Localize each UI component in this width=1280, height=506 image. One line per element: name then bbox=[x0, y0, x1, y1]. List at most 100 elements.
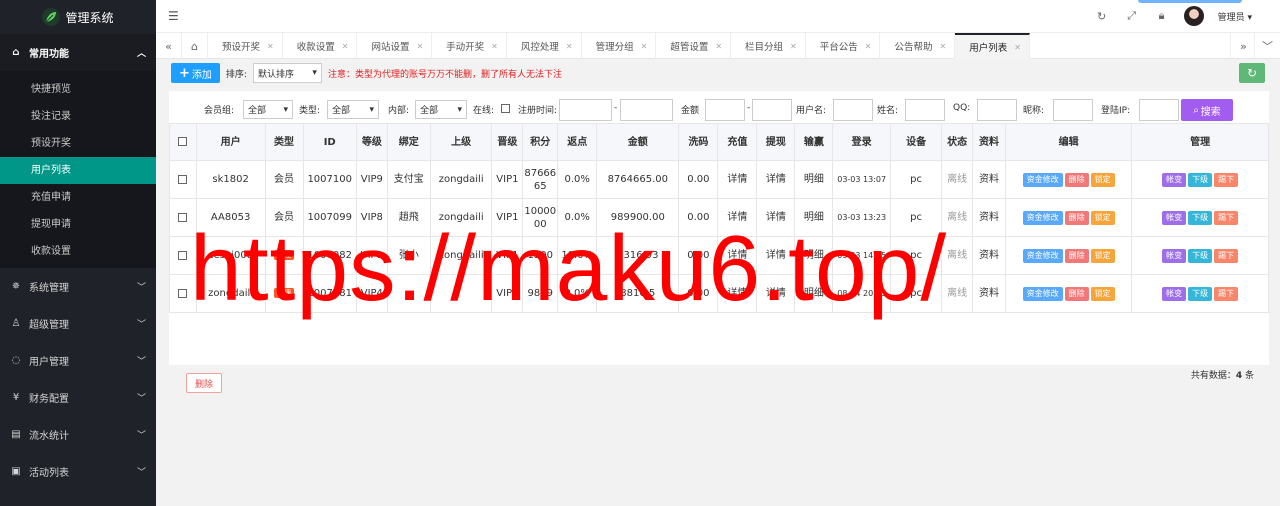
menu-group-common[interactable]: ⌂ 常用功能 ︿ bbox=[0, 34, 156, 71]
fund-edit-button[interactable]: 资金修改 bbox=[1022, 210, 1063, 225]
cell-winloss[interactable]: 明细 bbox=[794, 274, 834, 313]
amount-min-input[interactable] bbox=[705, 99, 745, 121]
sidebar-item-recharge-requests[interactable]: 充值申请 bbox=[0, 184, 156, 211]
column-header[interactable]: 等级 bbox=[355, 123, 388, 161]
close-icon[interactable]: ✕ bbox=[342, 42, 349, 51]
close-icon[interactable]: ✕ bbox=[416, 42, 423, 51]
column-header[interactable]: 提现 bbox=[756, 123, 796, 161]
row-checkbox[interactable] bbox=[178, 174, 188, 184]
subordinates-button[interactable]: 下级 bbox=[1188, 248, 1213, 263]
cell-profile[interactable]: 资料 bbox=[972, 198, 1006, 237]
cell-withdraw[interactable]: 详情 bbox=[756, 160, 796, 199]
column-header[interactable]: 洗码 bbox=[678, 123, 719, 161]
tab-risk-control[interactable]: 风控处理 ✕ bbox=[507, 33, 582, 59]
user-menu[interactable]: 管理员 ▾ bbox=[1218, 10, 1252, 23]
tab-column-groups[interactable]: 栏目分组 ✕ bbox=[731, 33, 806, 59]
group-select[interactable]: 全部 ▾ bbox=[243, 100, 293, 119]
menu-group-system[interactable]: ✵ 系统管理 ﹀ bbox=[0, 268, 156, 305]
fund-edit-button[interactable]: 资金修改 bbox=[1022, 286, 1063, 301]
internal-select[interactable]: 全部 ▾ bbox=[415, 100, 467, 119]
cell-recharge[interactable]: 详情 bbox=[717, 274, 758, 313]
close-icon[interactable]: ✕ bbox=[267, 42, 274, 51]
row-checkbox[interactable] bbox=[178, 212, 188, 222]
column-header[interactable]: 充值 bbox=[717, 123, 758, 161]
name-input[interactable] bbox=[905, 99, 945, 121]
kick-button[interactable]: 踢下 bbox=[1214, 172, 1239, 187]
tab-site-settings[interactable]: 网站设置 ✕ bbox=[357, 33, 433, 59]
cell-recharge[interactable]: 详情 bbox=[717, 236, 758, 275]
sidebar-item-user-list[interactable]: 用户列表 bbox=[0, 157, 156, 184]
home-tab-icon[interactable]: ⌂ bbox=[182, 33, 208, 59]
close-icon[interactable]: ✕ bbox=[566, 42, 573, 51]
tab-super-settings[interactable]: 超管设置 ✕ bbox=[656, 33, 732, 59]
fund-edit-button[interactable]: 资金修改 bbox=[1022, 172, 1063, 187]
lock-icon[interactable]: 🔒︎ bbox=[1154, 9, 1170, 23]
cell-profile[interactable]: 资料 bbox=[972, 236, 1006, 275]
qq-input[interactable] bbox=[977, 99, 1017, 121]
tab-scroll-right-icon[interactable]: » bbox=[1230, 33, 1256, 59]
column-header[interactable]: 上级 bbox=[429, 123, 493, 161]
tab-user-list[interactable]: 用户列表 ✕ bbox=[955, 33, 1030, 59]
search-button[interactable]: ⌕ 搜索 bbox=[1181, 99, 1233, 121]
delete-button[interactable]: 删除 bbox=[1064, 210, 1089, 225]
row-checkbox[interactable] bbox=[178, 288, 188, 298]
column-header[interactable]: 输赢 bbox=[794, 123, 834, 161]
cell-withdraw[interactable]: 详情 bbox=[756, 236, 796, 275]
avatar[interactable] bbox=[1183, 6, 1204, 26]
column-header[interactable]: 管理 bbox=[1131, 123, 1269, 161]
sidebar-item-withdraw-requests[interactable]: 提现申请 bbox=[0, 211, 156, 238]
close-icon[interactable]: ✕ bbox=[641, 42, 648, 51]
row-checkbox[interactable] bbox=[178, 250, 188, 260]
lock-button[interactable]: 锁定 bbox=[1090, 172, 1115, 187]
lock-button[interactable]: 锁定 bbox=[1090, 248, 1115, 263]
delete-button[interactable]: 删除 bbox=[1064, 248, 1089, 263]
chevron-down-icon[interactable]: ﹀ bbox=[1254, 33, 1280, 59]
column-header[interactable]: ID bbox=[302, 123, 357, 161]
tab-admin-groups[interactable]: 管理分组 ✕ bbox=[582, 33, 657, 59]
subordinates-button[interactable]: 下级 bbox=[1188, 172, 1213, 187]
account-change-button[interactable]: 帐变 bbox=[1162, 248, 1187, 263]
column-header[interactable]: 设备 bbox=[889, 123, 943, 161]
sidebar-item-payment-settings[interactable]: 收款设置 bbox=[0, 238, 156, 265]
account-change-button[interactable]: 帐变 bbox=[1162, 286, 1187, 301]
tab-platform-notice[interactable]: 平台公告 ✕ bbox=[806, 33, 881, 59]
kick-button[interactable]: 踢下 bbox=[1214, 248, 1239, 263]
tab-scroll-left-icon[interactable]: « bbox=[156, 33, 182, 59]
kick-button[interactable]: 踢下 bbox=[1214, 286, 1239, 301]
tab-notice-help[interactable]: 公告帮助 ✕ bbox=[880, 33, 956, 59]
column-header[interactable]: 金额 bbox=[596, 123, 680, 161]
menu-collapse-icon[interactable]: ☰ bbox=[168, 9, 179, 23]
delete-button[interactable]: 删除 bbox=[1064, 286, 1089, 301]
username-input[interactable] bbox=[833, 99, 873, 121]
kick-button[interactable]: 踢下 bbox=[1214, 210, 1239, 225]
subordinates-button[interactable]: 下级 bbox=[1188, 286, 1213, 301]
lock-button[interactable]: 锁定 bbox=[1090, 286, 1115, 301]
column-header[interactable]: 编辑 bbox=[1004, 123, 1133, 161]
lock-button[interactable]: 锁定 bbox=[1090, 210, 1115, 225]
cell-winloss[interactable]: 明细 bbox=[794, 236, 834, 275]
sidebar-item-quick-preview[interactable]: 快捷预览 bbox=[0, 76, 156, 103]
ip-input[interactable] bbox=[1139, 99, 1179, 121]
column-header[interactable]: 返点 bbox=[557, 123, 598, 161]
menu-group-flow[interactable]: ▤ 流水统计 ﹀ bbox=[0, 416, 156, 453]
column-header[interactable]: 类型 bbox=[264, 123, 304, 161]
bulk-delete-button[interactable]: 删除 bbox=[186, 373, 222, 393]
close-icon[interactable]: ✕ bbox=[1014, 43, 1021, 52]
column-header[interactable]: 积分 bbox=[522, 123, 559, 161]
tab-manual-draw[interactable]: 手动开奖 ✕ bbox=[432, 33, 507, 59]
sort-select[interactable]: 默认排序 ▾ bbox=[252, 63, 322, 83]
refresh-icon[interactable]: ↻ bbox=[1094, 10, 1110, 23]
sidebar-item-bet-records[interactable]: 投注记录 bbox=[0, 103, 156, 130]
close-icon[interactable]: ✕ bbox=[939, 42, 946, 51]
tab-preset-draw[interactable]: 预设开奖 ✕ bbox=[208, 33, 283, 59]
close-icon[interactable]: ✕ bbox=[491, 42, 498, 51]
close-icon[interactable]: ✕ bbox=[790, 42, 797, 51]
fund-edit-button[interactable]: 资金修改 bbox=[1022, 248, 1063, 263]
type-select[interactable]: 全部 ▾ bbox=[327, 100, 379, 119]
account-change-button[interactable]: 帐变 bbox=[1162, 172, 1187, 187]
regtime-end-input[interactable] bbox=[620, 99, 673, 121]
column-header[interactable]: 状态 bbox=[941, 123, 974, 161]
subordinates-button[interactable]: 下级 bbox=[1188, 210, 1213, 225]
nick-input[interactable] bbox=[1053, 99, 1093, 121]
cell-recharge[interactable]: 详情 bbox=[717, 160, 758, 199]
